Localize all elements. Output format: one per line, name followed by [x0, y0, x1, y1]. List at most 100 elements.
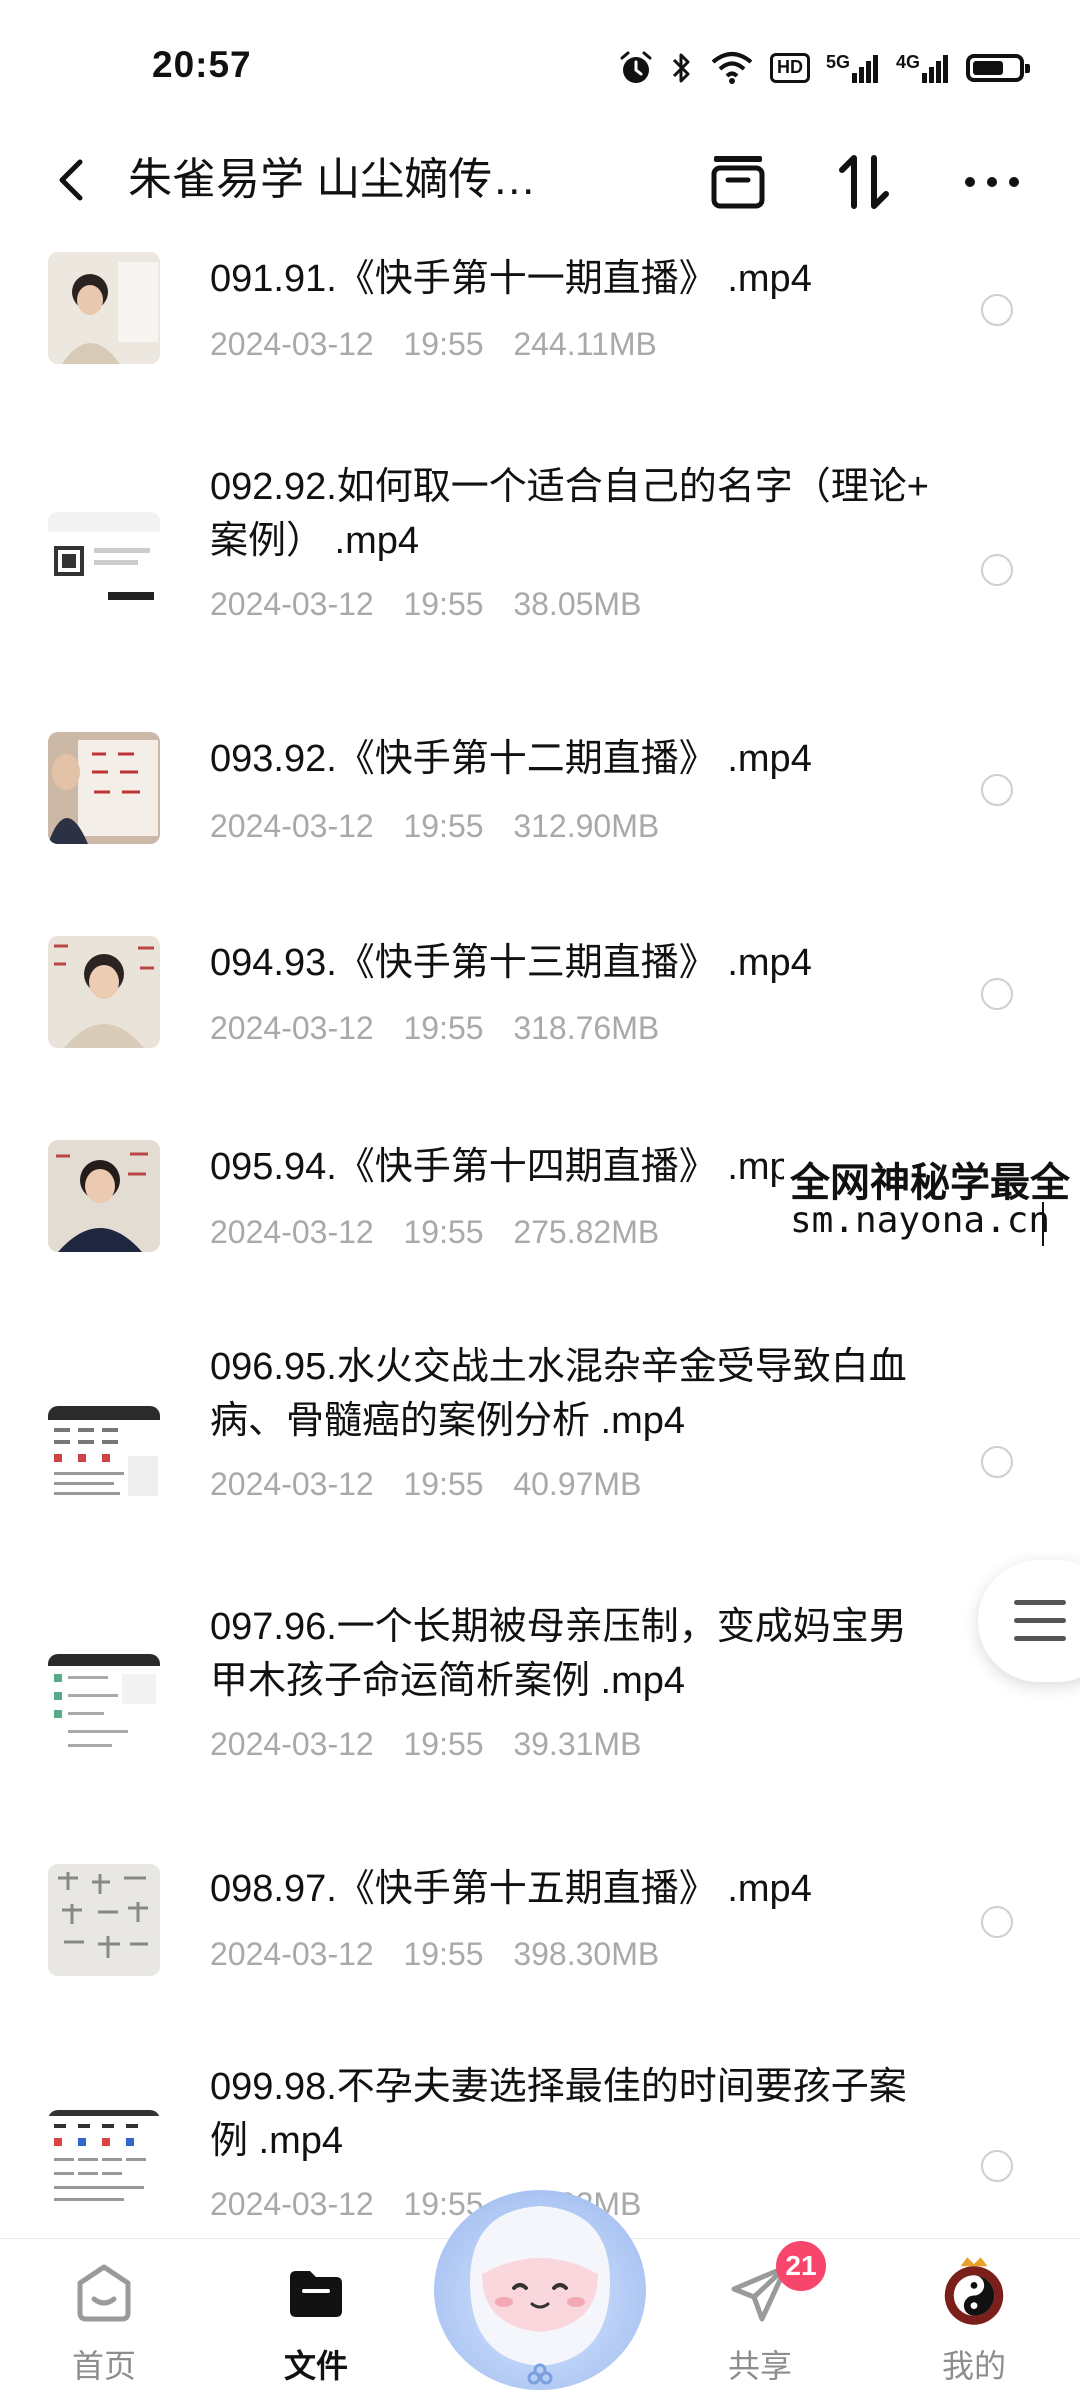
file-meta: 2024-03-12 19:55 312.90MB [210, 808, 659, 845]
sort-icon[interactable] [832, 150, 896, 214]
file-name: 091.91.《快手第十一期直播》 .mp4 [210, 258, 812, 300]
signal-4g-icon: 4G [896, 53, 950, 83]
select-radio[interactable] [981, 1906, 1013, 1938]
nav-home[interactable]: 首页 [24, 2239, 184, 2401]
file-time: 19:55 [403, 1726, 484, 1762]
file-time: 19:55 [403, 808, 484, 844]
file-date: 2024-03-12 [210, 586, 374, 622]
document-thumbnail [48, 512, 160, 624]
nav-files-label: 文件 [283, 2348, 348, 2384]
file-size: 40.97MB [513, 1466, 642, 1502]
file-size: 39.31MB [513, 1726, 642, 1762]
file-date: 2024-03-12 [210, 1010, 374, 1046]
menu-bar [1014, 1618, 1066, 1623]
video-thumbnail [48, 936, 160, 1048]
file-size: 244.11MB [513, 326, 657, 362]
battery-icon [966, 54, 1030, 82]
more-options-icon[interactable] [960, 150, 1024, 214]
file-meta: 2024-03-12 19:55 318.76MB [210, 1010, 659, 1047]
file-size: 312.90MB [513, 808, 660, 844]
file-time: 19:55 [403, 1466, 484, 1502]
video-thumbnail [48, 732, 160, 844]
file-name: 098.97.《快手第十五期直播》 .mp4 [210, 1868, 812, 1910]
file-meta: 2024-03-12 19:55 39.31MB [210, 1726, 641, 1763]
signal-bars-2-icon [922, 55, 948, 83]
share-notification-badge: 21 [776, 2241, 826, 2291]
archive-icon[interactable] [706, 150, 770, 214]
select-radio[interactable] [981, 2150, 1013, 2182]
select-radio[interactable] [981, 294, 1013, 326]
file-name: 099.98.不孕夫妻选择最佳的时间要孩子案例 .mp4 [210, 2066, 907, 2162]
file-row[interactable]: 097.96.一个长期被母亲压制，变成妈宝男甲木孩子命运简析案例 .mp4 20… [0, 1570, 1080, 1820]
file-meta: 2024-03-12 19:55 38.05MB [210, 586, 641, 623]
file-meta: 2024-03-12 19:55 398.30MB [210, 1936, 659, 1973]
watermark-overlay: 全网神秘学最全 sm.nayona.cn [784, 1148, 1080, 1252]
file-date: 2024-03-12 [210, 1936, 374, 1972]
profile-avatar-icon [944, 2257, 1004, 2325]
status-icons: HD 5G 4G [618, 46, 1030, 90]
hd-icon: HD [769, 53, 810, 83]
network-5g-label: 5G [825, 52, 850, 72]
file-time: 19:55 [403, 1214, 484, 1250]
wifi-icon [711, 52, 753, 84]
status-time: 20:57 [152, 44, 252, 85]
video-thumbnail [48, 252, 160, 364]
nav-mine-label: 我的 [941, 2348, 1006, 2384]
nav-share-label: 共享 [727, 2348, 792, 2384]
select-radio[interactable] [981, 774, 1013, 806]
menu-bar [1014, 1600, 1066, 1605]
file-name: 096.95.水火交战土水混杂辛金受导致白血病、骨髓癌的案例分析 .mp4 [210, 1346, 907, 1442]
file-time: 19:55 [403, 586, 484, 622]
file-time: 19:55 [403, 1010, 484, 1046]
file-row[interactable]: 093.92.《快手第十二期直播》 .mp4 2024-03-12 19:55 … [0, 690, 1080, 900]
handwriting-thumbnail [48, 1864, 160, 1976]
home-icon [77, 2264, 131, 2322]
document-thumbnail [48, 1654, 160, 1766]
file-row[interactable]: 094.93.《快手第十三期直播》 .mp4 2024-03-12 19:55 … [0, 900, 1080, 1100]
file-row[interactable]: 098.97.《快手第十五期直播》 .mp4 2024-03-12 19:55 … [0, 1820, 1080, 2030]
folder-icon [290, 2271, 342, 2317]
file-time: 19:55 [403, 1936, 484, 1972]
file-size: 318.76MB [513, 1010, 660, 1046]
menu-bar [1014, 1636, 1066, 1641]
top-app-bar: 朱雀易学 山尘嫡传… [0, 130, 1080, 230]
file-size: 38.05MB [513, 586, 642, 622]
text-caret [1042, 1202, 1044, 1246]
watermark-line-2: sm.nayona.cn [790, 1200, 1051, 1241]
network-4g-label: 4G [895, 52, 920, 72]
file-name: 097.96.一个长期被母亲压制，变成妈宝男甲木孩子命运简析案例 .mp4 [210, 1606, 907, 1702]
folder-title: 朱雀易学 山尘嫡传… [128, 155, 537, 204]
ai-assistant-mascot-button[interactable] [430, 2170, 650, 2400]
signal-5g-icon: 5G [826, 53, 880, 83]
nav-home-label: 首页 [71, 2348, 136, 2384]
document-thumbnail [48, 1406, 160, 1518]
nav-mine[interactable]: 我的 [894, 2239, 1054, 2401]
file-date: 2024-03-12 [210, 1214, 374, 1250]
file-date: 2024-03-12 [210, 808, 374, 844]
file-size: 398.30MB [513, 1936, 660, 1972]
file-date: 2024-03-12 [210, 326, 374, 362]
file-size: 275.82MB [513, 1214, 660, 1250]
file-name: 094.93.《快手第十三期直播》 .mp4 [210, 942, 812, 984]
select-radio[interactable] [981, 554, 1013, 586]
file-row[interactable]: 096.95.水火交战土水混杂辛金受导致白血病、骨髓癌的案例分析 .mp4 20… [0, 1310, 1080, 1570]
file-date: 2024-03-12 [210, 2186, 374, 2222]
file-meta: 2024-03-12 19:55 244.11MB [210, 326, 657, 363]
file-date: 2024-03-12 [210, 1466, 374, 1502]
file-row[interactable]: 091.91.《快手第十一期直播》 .mp4 2024-03-12 19:55 … [0, 230, 1080, 430]
video-thumbnail [48, 1140, 160, 1252]
alarm-icon [620, 51, 652, 83]
nav-share[interactable]: 21 共享 [680, 2239, 840, 2401]
file-date: 2024-03-12 [210, 1726, 374, 1762]
select-radio[interactable] [981, 978, 1013, 1010]
back-arrow-icon[interactable] [44, 152, 100, 208]
select-radio[interactable] [981, 1446, 1013, 1478]
nav-files[interactable]: 文件 [236, 2239, 396, 2401]
document-thumbnail [48, 2110, 160, 2222]
file-row[interactable]: 092.92.如何取一个适合自己的名字（理论+ 案例） .mp4 2024-03… [0, 430, 1080, 690]
file-time: 19:55 [403, 326, 484, 362]
file-name: 092.92.如何取一个适合自己的名字（理论+ 案例） .mp4 [210, 466, 929, 562]
bluetooth-icon [672, 53, 690, 83]
status-bar: 20:57 HD 5G 4G [0, 0, 1080, 130]
file-meta: 2024-03-12 19:55 40.97MB [210, 1466, 641, 1503]
